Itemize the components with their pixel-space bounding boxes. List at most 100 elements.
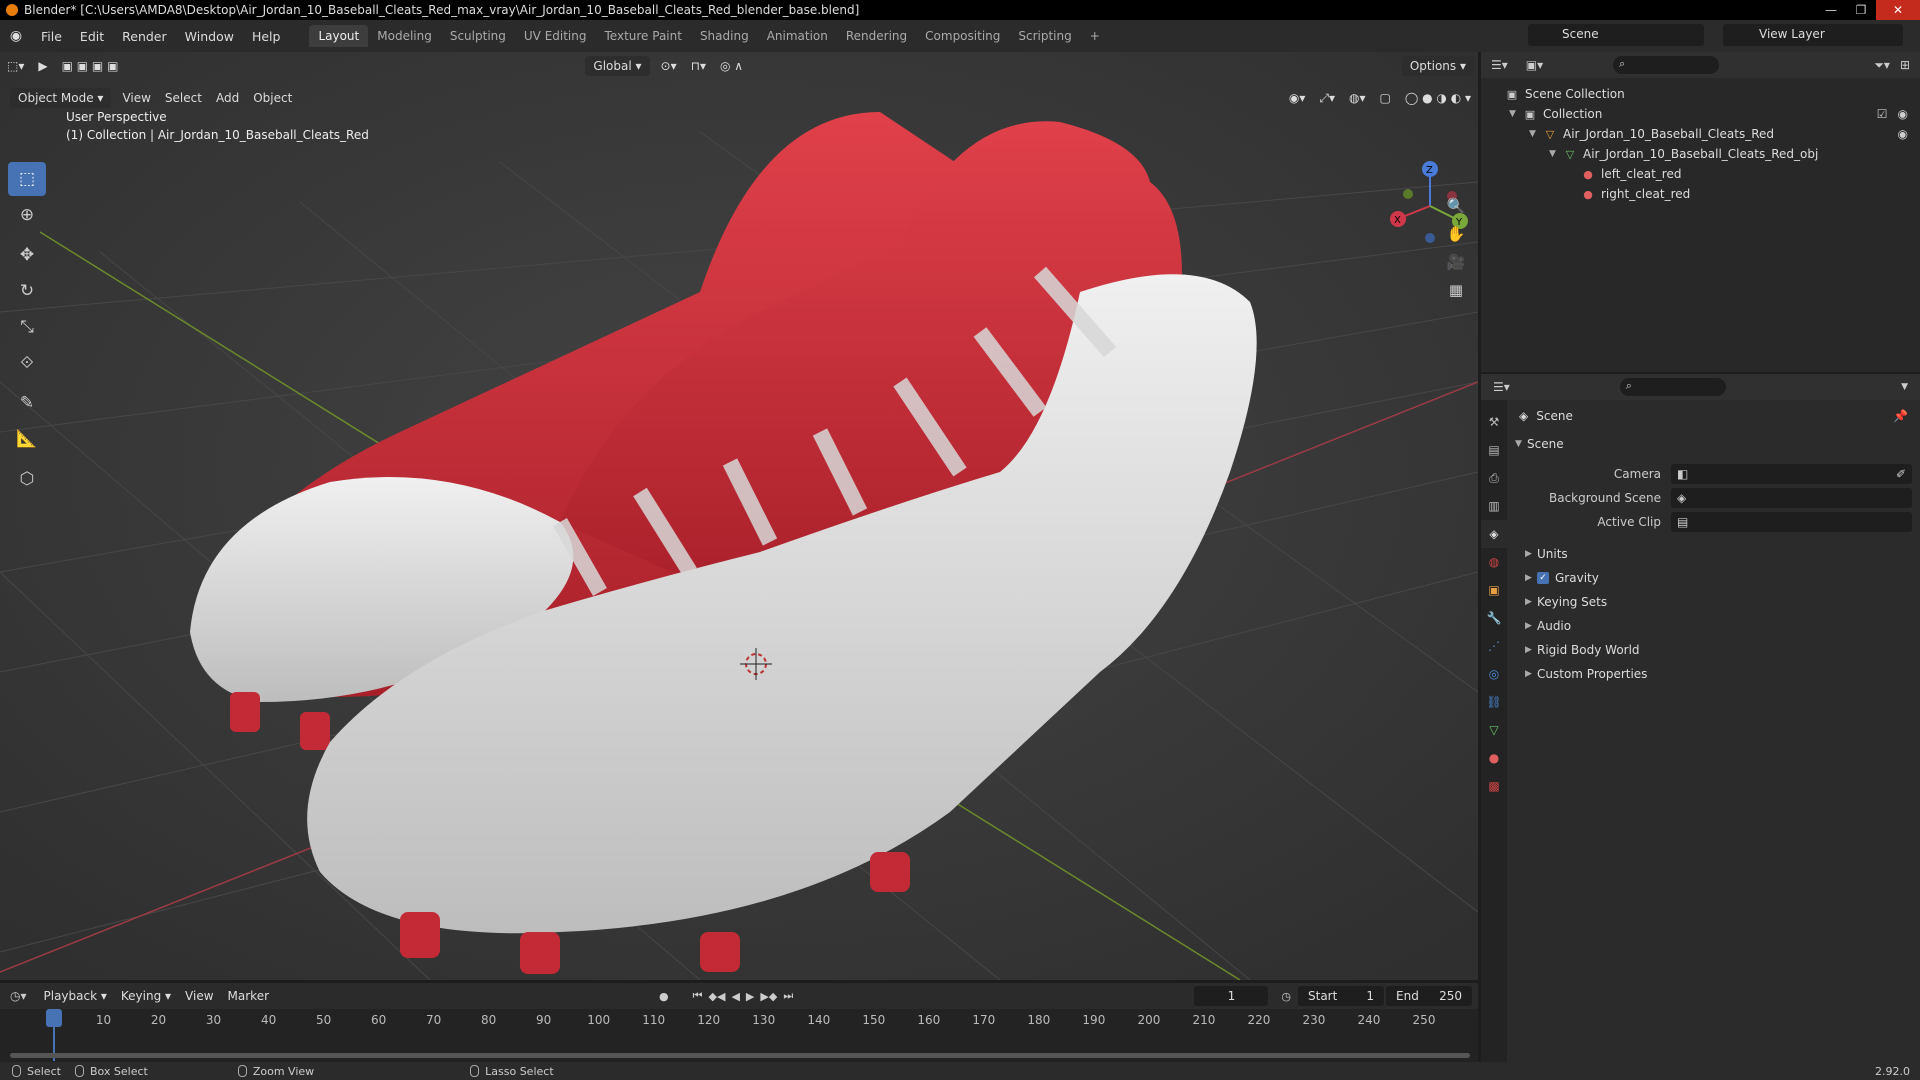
output-tab-icon[interactable]: ⎙: [1481, 464, 1507, 492]
tree-mesh[interactable]: ▼ ▽ Air_Jordan_10_Baseball_Cleats_Red_ob…: [1481, 144, 1920, 164]
pivot-point-icon[interactable]: ⊙▾: [654, 56, 684, 76]
render-tab-icon[interactable]: ▤: [1481, 436, 1507, 464]
scene-section-header[interactable]: ▼ Scene: [1511, 432, 1920, 456]
world-tab-icon[interactable]: ◍: [1481, 548, 1507, 576]
view-layer-tab-icon[interactable]: ▥: [1481, 492, 1507, 520]
pan-hand-icon[interactable]: ✋: [1442, 220, 1470, 248]
tree-scene-collection[interactable]: ▣ Scene Collection: [1481, 84, 1920, 104]
move-tool-icon[interactable]: ✥: [8, 238, 46, 272]
exclude-checkbox[interactable]: ☑: [1877, 107, 1888, 121]
menu-help[interactable]: Help: [243, 29, 290, 44]
panel-units[interactable]: ▶ Units: [1511, 542, 1920, 566]
tab-modeling[interactable]: Modeling: [368, 25, 441, 47]
options-dropdown[interactable]: Options ▾: [1401, 56, 1474, 76]
physics-tab-icon[interactable]: ◎: [1481, 660, 1507, 688]
timeline-editor-icon[interactable]: ◷▾: [10, 989, 27, 1003]
expand-arrow-icon[interactable]: ▼: [1549, 149, 1563, 159]
tree-collection[interactable]: ▼ ▣ Collection ☑ ◉: [1481, 104, 1920, 124]
tree-material[interactable]: ● left_cleat_red: [1481, 164, 1920, 184]
outliner-editor-icon[interactable]: ☰▾: [1491, 58, 1508, 72]
play-reverse-icon[interactable]: ◀: [731, 990, 739, 1003]
panel-gravity[interactable]: ▶ ✓ Gravity: [1511, 566, 1920, 590]
menu-render[interactable]: Render: [113, 29, 176, 44]
pin-icon[interactable]: 📌: [1893, 409, 1908, 423]
jump-start-icon[interactable]: ⏮: [693, 989, 703, 1003]
modifier-tab-icon[interactable]: 🔧: [1481, 604, 1507, 632]
frame-ruler[interactable]: 1102030405060708090100110120130140150160…: [0, 1009, 1478, 1031]
add-cube-tool-icon[interactable]: ⬡: [8, 462, 46, 496]
view-layer-selector[interactable]: View Layer: [1723, 24, 1903, 46]
rotate-tool-icon[interactable]: ↻: [8, 274, 46, 308]
background-scene-field[interactable]: ◈: [1671, 488, 1912, 508]
tab-animation[interactable]: Animation: [758, 25, 837, 47]
scene-selector[interactable]: Scene: [1528, 24, 1704, 46]
tool-tab-icon[interactable]: ⚒: [1481, 408, 1507, 436]
panel-audio[interactable]: ▶ Audio: [1511, 614, 1920, 638]
current-frame-field[interactable]: 1: [1194, 986, 1269, 1006]
constraints-tab-icon[interactable]: ⛓: [1481, 688, 1507, 716]
measure-tool-icon[interactable]: 📐: [8, 422, 46, 456]
minimize-button[interactable]: —: [1816, 0, 1846, 20]
tab-layout[interactable]: Layout: [309, 25, 369, 47]
panel-custom-properties[interactable]: ▶ Custom Properties: [1511, 662, 1920, 686]
start-frame-field[interactable]: Start 1: [1298, 986, 1384, 1006]
menu-keying[interactable]: Keying ▾: [114, 986, 178, 1006]
visibility-icon[interactable]: ◉▾: [1282, 88, 1313, 108]
tree-object[interactable]: ▼ ▽ Air_Jordan_10_Baseball_Cleats_Red ◉: [1481, 124, 1920, 144]
filter-icon[interactable]: ⏷▾: [1874, 58, 1890, 73]
menu-object[interactable]: Object: [246, 88, 299, 108]
gravity-checkbox[interactable]: ✓: [1537, 572, 1549, 584]
material-tab-icon[interactable]: ●: [1481, 744, 1507, 772]
menu-window[interactable]: Window: [176, 29, 243, 44]
menu-select[interactable]: Select: [158, 88, 209, 108]
menu-marker[interactable]: Marker: [221, 986, 276, 1006]
selection-mode-icons[interactable]: ▣ ▣ ▣ ▣: [55, 56, 126, 76]
tab-texture-paint[interactable]: Texture Paint: [596, 25, 691, 47]
object-mode-dropdown[interactable]: Object Mode ▾: [10, 88, 112, 108]
jump-end-icon[interactable]: ⏭: [783, 989, 793, 1003]
properties-editor-icon[interactable]: ☰▾: [1493, 380, 1510, 394]
select-tool-icon[interactable]: ▶: [31, 56, 54, 76]
blender-menu-icon[interactable]: ◉: [0, 28, 32, 44]
expand-arrow-icon[interactable]: ▼: [1529, 129, 1543, 139]
new-collection-icon[interactable]: ⊞: [1900, 58, 1910, 72]
active-clip-field[interactable]: ▤: [1671, 512, 1912, 532]
eye-icon[interactable]: ◉: [1898, 107, 1908, 121]
transform-tool-icon[interactable]: ⟐: [8, 346, 46, 380]
data-tab-icon[interactable]: ▽: [1481, 716, 1507, 744]
panel-keying-sets[interactable]: ▶ Keying Sets: [1511, 590, 1920, 614]
prev-keyframe-icon[interactable]: ◆◀: [709, 990, 726, 1003]
chevron-down-icon[interactable]: ▼: [1901, 382, 1908, 392]
tab-shading[interactable]: Shading: [691, 25, 758, 47]
maximize-button[interactable]: ❐: [1846, 0, 1876, 20]
menu-file[interactable]: File: [32, 29, 71, 44]
object-tab-icon[interactable]: ▣: [1481, 576, 1507, 604]
camera-view-icon[interactable]: 🎥: [1442, 248, 1470, 276]
tab-compositing[interactable]: Compositing: [916, 25, 1009, 47]
timeline-scrollbar[interactable]: [10, 1053, 1470, 1058]
close-button[interactable]: ✕: [1876, 0, 1920, 20]
menu-playback[interactable]: Playback ▾: [37, 986, 114, 1006]
scale-tool-icon[interactable]: ⤡: [8, 310, 46, 344]
viewport-scene[interactable]: [0, 52, 1478, 980]
transform-orientation[interactable]: Global ▾: [585, 56, 650, 76]
record-icon[interactable]: ●: [659, 990, 669, 1003]
cursor-tool-icon[interactable]: ⊕: [8, 198, 46, 232]
display-mode-icon[interactable]: ▣▾: [1526, 58, 1543, 72]
scene-tab-icon[interactable]: ◈: [1481, 520, 1507, 548]
editor-type-icon[interactable]: ⬚▾: [0, 56, 31, 76]
playhead[interactable]: [46, 1009, 62, 1027]
shading-modes-icons[interactable]: ◯ ● ◑ ◐ ▾: [1398, 88, 1478, 108]
tab-sculpting[interactable]: Sculpting: [441, 25, 515, 47]
annotate-tool-icon[interactable]: ✎: [8, 386, 46, 420]
zoom-icon[interactable]: 🔍: [1442, 192, 1470, 220]
panel-rigid-body-world[interactable]: ▶ Rigid Body World: [1511, 638, 1920, 662]
preview-range-icon[interactable]: ◷: [1281, 990, 1291, 1003]
proportional-editing-icon[interactable]: ◎ ∧: [713, 56, 750, 76]
xray-toggle-icon[interactable]: ▢: [1373, 88, 1398, 108]
outliner-search-input[interactable]: ⌕: [1613, 56, 1720, 74]
ortho-grid-icon[interactable]: ▦: [1442, 276, 1470, 304]
select-box-tool-icon[interactable]: ⬚: [8, 162, 46, 196]
menu-edit[interactable]: Edit: [71, 29, 113, 44]
properties-search-input[interactable]: ⌕: [1619, 378, 1726, 396]
